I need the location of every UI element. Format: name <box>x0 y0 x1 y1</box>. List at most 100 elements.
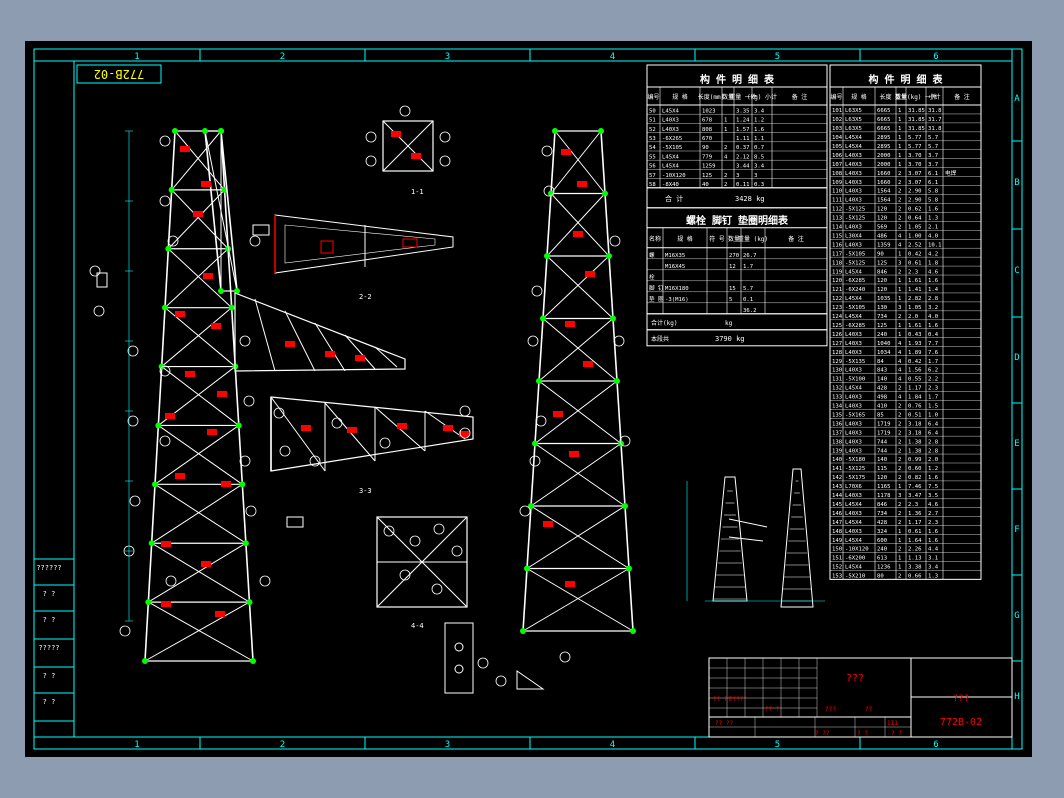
part-number-bubble <box>531 285 543 297</box>
member-table-right-cell: 5.8 <box>928 198 939 204</box>
part-number-bubble <box>529 455 541 467</box>
member-table-right-cell: 31.8 <box>928 108 942 114</box>
member-table-right-cell: 0.64 <box>908 216 922 222</box>
member-table-right-cell: 0.42 <box>908 251 921 257</box>
diagonal-member <box>171 130 222 191</box>
strip-label: ? ? <box>43 698 56 706</box>
member-table-right-cell: 4 <box>898 395 902 401</box>
member-table-right-cell: 1660 <box>877 180 890 186</box>
diagonal-member <box>151 542 250 603</box>
part-number-bubble <box>331 417 343 429</box>
member-table-right-cell: 1359 <box>877 242 890 248</box>
member-table-right-cell: 3.7 <box>928 153 938 159</box>
part-mark-tag <box>161 541 171 547</box>
member-table-left-cell: 0.11 <box>736 182 749 188</box>
member-table-right-cell: 1.00 <box>908 233 921 239</box>
joint-node <box>165 245 172 252</box>
member-table-right-cell: L40X3 <box>845 448 862 454</box>
member-table-right-cell: 613 <box>877 556 887 562</box>
member-table-left-header-cell: 规 格 <box>672 93 688 101</box>
member-table-right-cell: 5.7 <box>928 144 938 150</box>
crossarm-plan-plate <box>402 238 418 248</box>
column-label-top: 2 <box>280 52 285 62</box>
column-label-top: 1 <box>134 52 139 62</box>
part-number-bubble <box>439 155 451 167</box>
part-number-bubble <box>129 495 141 507</box>
member-table-right-cell: 1.61 <box>908 278 921 284</box>
joint-node <box>155 422 162 429</box>
member-table-left-cell: 3.4 <box>754 164 765 170</box>
member-table-right-cell: 115 <box>832 233 842 239</box>
member-table-right-cell: 120 <box>877 207 887 213</box>
member-table-right-cell: L40X3 <box>845 162 862 168</box>
part-mark-tag <box>583 361 593 367</box>
member-table-right-cell: 2 <box>898 520 901 526</box>
diagonal-member <box>148 542 247 603</box>
column-label-top: 4 <box>610 52 615 62</box>
member-table-right-cell: 31.85 <box>908 117 925 123</box>
member-table-right-cell: 2000 <box>877 153 890 159</box>
member-table-right-cell: -5X105 <box>845 251 865 257</box>
joint-node <box>524 565 530 572</box>
member-table-right-cell: 2895 <box>877 144 890 150</box>
bolt-table-cell: 5.7 <box>743 286 753 292</box>
part-number-bubble <box>119 625 131 637</box>
row-label: H <box>1014 692 1019 702</box>
member-table-right-cell: 1.38 <box>908 448 922 454</box>
bolt-table-cell: M16X180 <box>665 286 689 292</box>
member-table-right-cell: 116 <box>832 242 842 248</box>
member-table-right-cell: 103 <box>832 126 842 132</box>
member-table-right-cell: 136 <box>832 421 842 427</box>
part-number-bubble <box>477 657 489 669</box>
member-table-right-cell: 85 <box>877 412 884 418</box>
member-table-right-cell: 4.6 <box>928 502 938 508</box>
joint-node <box>606 253 612 259</box>
member-table-left-cell: 1259 <box>702 164 715 170</box>
member-table-right-cell: 1.05 <box>908 225 921 231</box>
member-table-right-cell: 1.93 <box>908 341 921 347</box>
member-table-left-cell: L40X3 <box>662 127 679 133</box>
bolt-table-header-cell: 规 格 <box>677 235 693 243</box>
member-table-right-cell: 1.6 <box>928 207 938 213</box>
part-number-bubble <box>159 435 171 447</box>
diagonal-member <box>526 568 634 632</box>
member-table-right-cell: 2 <box>898 475 901 481</box>
member-table-right-cell: 0.99 <box>908 457 921 463</box>
crossarm-diagonal <box>374 346 398 368</box>
bolt-table-cell: 栓 <box>649 273 655 281</box>
member-table-right-cell: 7.7 <box>928 341 938 347</box>
rotated-drawing-number: 772B-02 <box>76 64 162 84</box>
member-table-right-cell: -6X285 <box>845 278 865 284</box>
member-table-right-cell: 108 <box>832 171 843 177</box>
member-table-right-cell: 6665 <box>877 126 890 132</box>
part-number-bubble <box>93 305 105 317</box>
member-table-right-cell: 139 <box>832 448 842 454</box>
member-table-right-cell: 1.84 <box>908 395 922 401</box>
row-label: G <box>1014 611 1019 621</box>
member-table-right-cell: 4 <box>898 350 902 356</box>
joint-node <box>622 503 628 509</box>
joint-node <box>250 658 256 664</box>
part-mark-tag <box>211 323 221 329</box>
part-number-bubble <box>613 335 625 347</box>
member-table-right-cell: -5X100 <box>845 377 865 383</box>
section-2-label: 2-2 <box>359 293 372 301</box>
member-table-right-cell: 843 <box>877 368 887 374</box>
member-table-right-cell: 1.36 <box>908 511 921 517</box>
member-table-right-cell: 1 <box>898 538 901 544</box>
member-table-right-cell: 150 <box>832 547 842 553</box>
member-table-right-header-cell: 小计 <box>928 93 940 101</box>
member-table-right-cell: 104 <box>832 135 843 141</box>
base-plate-hole <box>454 642 464 652</box>
member-table-right-cell: L45X4 <box>845 565 862 571</box>
title-block-drawing-no: 772B-02 <box>940 717 982 728</box>
member-table-right-cell: 1.38 <box>908 439 922 445</box>
member-table-right-cell: 4 <box>898 242 902 248</box>
member-table-right-cell: 1 <box>898 117 901 123</box>
member-table-right-cell: 电焊 <box>945 169 957 177</box>
member-table-right-cell: 1.4 <box>928 287 939 293</box>
column-label-top: 6 <box>933 52 938 62</box>
row-label: F <box>1014 525 1019 535</box>
member-table-right-cell: 4.2 <box>928 251 938 257</box>
diagonal-member <box>154 483 247 544</box>
